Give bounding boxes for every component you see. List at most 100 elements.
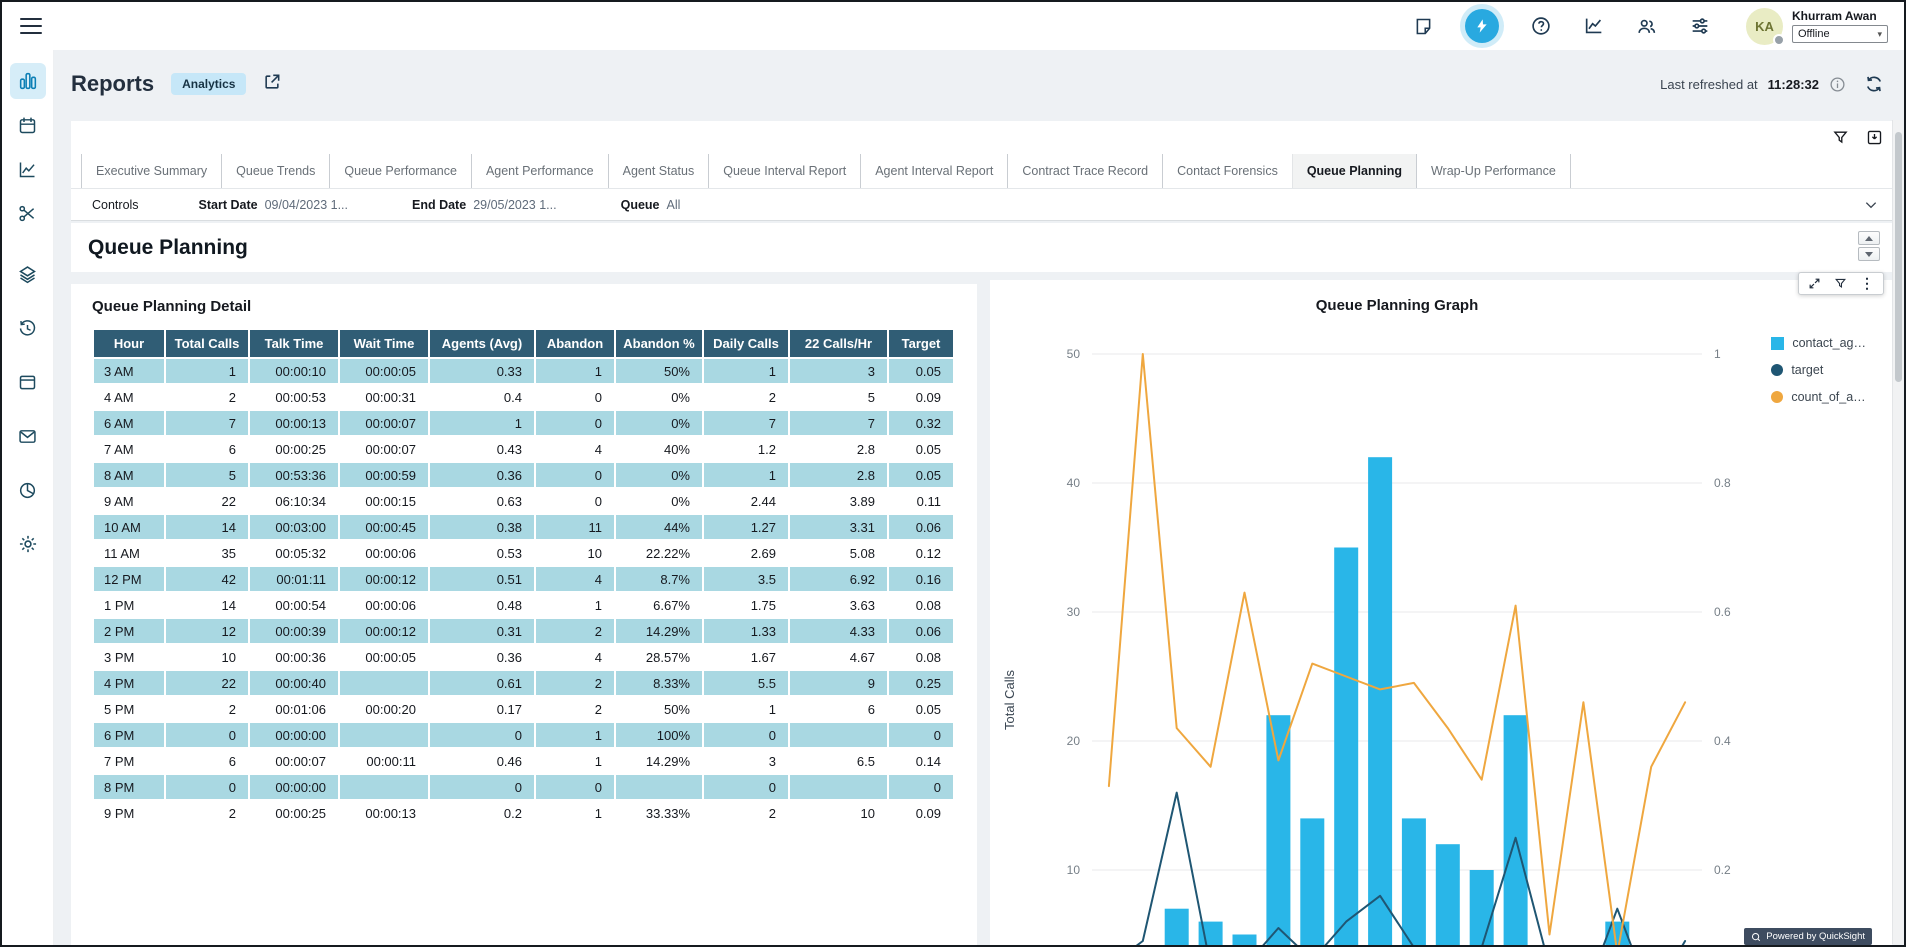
report-tabs: Executive SummaryQueue TrendsQueue Perfo… (81, 154, 1571, 188)
table-row[interactable]: 7 PM600:00:0700:00:110.46114.29%36.50.14 (94, 749, 953, 773)
help-icon[interactable] (1530, 15, 1552, 37)
control-end-date[interactable]: End Date29/05/2023 1... (412, 198, 557, 212)
table-row[interactable]: 8 PM000:00:000000 (94, 775, 953, 799)
external-link-icon[interactable] (262, 72, 282, 97)
tab-queue-planning[interactable]: Queue Planning (1292, 154, 1416, 188)
table-cell: 00:00:06 (340, 593, 428, 617)
svg-text:0.6: 0.6 (1714, 605, 1731, 619)
tab-wrap-up-performance[interactable]: Wrap-Up Performance (1416, 154, 1571, 188)
controls-collapse-icon[interactable] (1863, 197, 1879, 213)
status-select[interactable]: Offline ▾ (1792, 25, 1888, 43)
table-visual-card: Queue Planning Detail HourTotal CallsTal… (71, 284, 977, 947)
avatar[interactable]: KA (1746, 8, 1783, 45)
column-header[interactable]: Abandon % (616, 330, 702, 357)
column-header[interactable]: Daily Calls (704, 330, 788, 357)
table-row[interactable]: 6 AM700:00:1300:00:07100%770.32 (94, 411, 953, 435)
table-cell: 3 (790, 359, 887, 383)
control-queue[interactable]: QueueAll (621, 198, 681, 212)
table-cell: 35 (166, 541, 248, 565)
tab-contact-forensics[interactable]: Contact Forensics (1162, 154, 1292, 188)
table-row[interactable]: 4 PM2200:00:400.6128.33%5.590.25 (94, 671, 953, 695)
scroll-down-button[interactable] (1858, 247, 1880, 261)
table-cell: 5 PM (94, 697, 164, 721)
table-row[interactable]: 9 AM2206:10:3400:00:150.6300%2.443.890.1… (94, 489, 953, 513)
sidebar-item-layers[interactable] (10, 256, 46, 292)
table-cell: 00:00:59 (340, 463, 428, 487)
table-row[interactable]: 6 PM000:00:0001100%00 (94, 723, 953, 747)
line-chart-icon (17, 159, 38, 180)
table-cell: 3.89 (790, 489, 887, 513)
table-row[interactable]: 3 AM100:00:1000:00:050.33150%130.05 (94, 359, 953, 383)
contacts-icon[interactable] (1636, 15, 1658, 37)
refresh-area: Last refreshed at 11:28:32 (1660, 74, 1884, 94)
column-header[interactable]: Hour (94, 330, 164, 357)
column-header[interactable]: Target (889, 330, 953, 357)
last-refreshed-label: Last refreshed at (1660, 77, 1758, 92)
table-cell: 0.09 (889, 385, 953, 409)
sidebar-item-calendar[interactable] (10, 107, 46, 143)
filter-icon[interactable] (1832, 129, 1849, 146)
sidebar-item-donut-chart[interactable] (10, 472, 46, 508)
table-cell: 00:00:07 (250, 749, 338, 773)
column-header[interactable]: Abandon (536, 330, 614, 357)
sidebar-item-settings[interactable] (10, 526, 46, 562)
table-cell: 00:00:07 (340, 411, 428, 435)
table-row[interactable]: 5 PM200:01:0600:00:200.17250%160.05 (94, 697, 953, 721)
tab-contract-trace-record[interactable]: Contract Trace Record (1007, 154, 1162, 188)
scrollbar-thumb[interactable] (1895, 132, 1902, 382)
flash-icon[interactable] (1465, 9, 1499, 43)
sliders-icon[interactable] (1689, 15, 1711, 37)
sidebar-item-dashboards[interactable] (10, 63, 46, 99)
column-header[interactable]: Talk Time (250, 330, 338, 357)
tab-queue-trends[interactable]: Queue Trends (221, 154, 329, 188)
control-start-date[interactable]: Start Date09/04/2023 1... (199, 198, 348, 212)
refresh-icon[interactable] (1864, 74, 1884, 94)
sidebar-item-metrics[interactable] (10, 151, 46, 187)
queue-planning-chart[interactable]: 501400.8300.6200.4100.2Total Calls (990, 280, 1892, 947)
table-row[interactable]: 9 PM200:00:2500:00:130.2133.33%2100.09 (94, 801, 953, 825)
metrics-icon[interactable] (1583, 15, 1605, 37)
tab-agent-interval-report[interactable]: Agent Interval Report (860, 154, 1007, 188)
notes-icon[interactable] (1412, 15, 1434, 37)
vertical-scrollbar[interactable] (1892, 120, 1903, 944)
table-cell: 0 (889, 775, 953, 799)
dashboard-tools (1832, 129, 1883, 146)
column-header[interactable]: Wait Time (340, 330, 428, 357)
table-cell: 00:00:11 (340, 749, 428, 773)
table-row[interactable]: 11 AM3500:05:3200:00:060.531022.22%2.695… (94, 541, 953, 565)
tab-agent-performance[interactable]: Agent Performance (471, 154, 608, 188)
table-row[interactable]: 3 PM1000:00:3600:00:050.36428.57%1.674.6… (94, 645, 953, 669)
table-row[interactable]: 7 AM600:00:2500:00:070.43440%1.22.80.05 (94, 437, 953, 461)
scroll-up-button[interactable] (1858, 231, 1880, 245)
tab-queue-performance[interactable]: Queue Performance (329, 154, 471, 188)
sheet-heading-band: Queue Planning (71, 221, 1895, 272)
table-row[interactable]: 4 AM200:00:5300:00:310.400%250.09 (94, 385, 953, 409)
sidebar-item-window[interactable] (10, 364, 46, 400)
table-row[interactable]: 12 PM4200:01:1100:00:120.5148.7%3.56.920… (94, 567, 953, 591)
column-header[interactable]: 22 Calls/Hr (790, 330, 887, 357)
column-header[interactable]: Total Calls (166, 330, 248, 357)
topbar: KA Khurram Awan Offline ▾ (2, 2, 1904, 50)
tab-agent-status[interactable]: Agent Status (608, 154, 709, 188)
table-cell: 0.16 (889, 567, 953, 591)
table-cell: 00:00:36 (250, 645, 338, 669)
column-header[interactable]: Agents (Avg) (430, 330, 534, 357)
download-icon[interactable] (1866, 129, 1883, 146)
tab-queue-interval-report[interactable]: Queue Interval Report (708, 154, 860, 188)
table-row[interactable]: 2 PM1200:00:3900:00:120.31214.29%1.334.3… (94, 619, 953, 643)
table-cell: 7 (790, 411, 887, 435)
table-row[interactable]: 10 AM1400:03:0000:00:450.381144%1.273.31… (94, 515, 953, 539)
tab-executive-summary[interactable]: Executive Summary (81, 154, 221, 188)
table-cell: 4 PM (94, 671, 164, 695)
sidebar-item-history[interactable] (10, 310, 46, 346)
sidebar-item-cut[interactable] (10, 195, 46, 231)
sidebar-item-mail[interactable] (10, 418, 46, 454)
table-cell (790, 723, 887, 747)
info-icon[interactable] (1829, 76, 1846, 93)
table-cell: 00:00:25 (250, 437, 338, 461)
table-cell: 2.8 (790, 463, 887, 487)
table-cell (790, 775, 887, 799)
table-row[interactable]: 8 AM500:53:3600:00:590.3600%12.80.05 (94, 463, 953, 487)
table-row[interactable]: 1 PM1400:00:5400:00:060.4816.67%1.753.63… (94, 593, 953, 617)
menu-icon[interactable] (20, 18, 42, 34)
